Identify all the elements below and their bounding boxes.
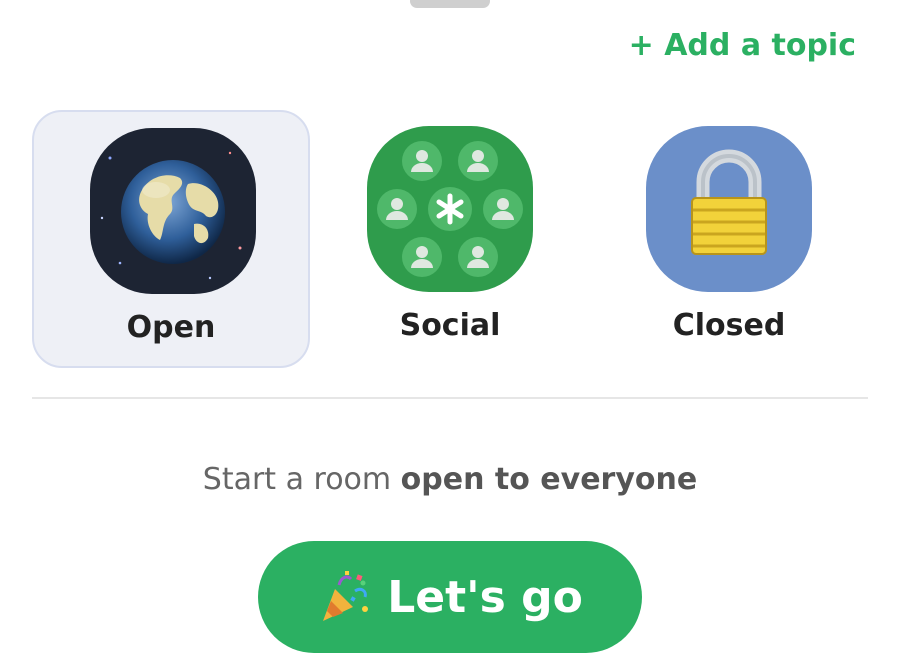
room-type-open[interactable]: Open bbox=[32, 110, 310, 368]
sheet-drag-handle[interactable] bbox=[410, 0, 490, 8]
lets-go-label: Let's go bbox=[387, 571, 583, 623]
room-type-description: Start a room open to everyone bbox=[0, 462, 900, 497]
room-type-social[interactable]: Social bbox=[311, 110, 589, 368]
party-popper-icon bbox=[323, 571, 369, 621]
social-group-icon bbox=[367, 126, 533, 292]
padlock-icon bbox=[646, 126, 812, 292]
description-prefix: Start a room bbox=[202, 462, 401, 497]
room-type-label: Social bbox=[399, 308, 501, 343]
add-topic-link[interactable]: + Add a topic bbox=[629, 28, 856, 63]
room-type-selector: Open Social Closed bbox=[32, 110, 868, 370]
divider bbox=[32, 397, 868, 399]
room-type-label: Closed bbox=[672, 308, 786, 343]
description-emphasis: open to everyone bbox=[400, 462, 698, 497]
lets-go-button[interactable]: Let's go bbox=[258, 541, 642, 653]
globe-icon bbox=[90, 128, 256, 294]
room-type-closed[interactable]: Closed bbox=[590, 110, 868, 368]
room-type-label: Open bbox=[126, 310, 216, 345]
